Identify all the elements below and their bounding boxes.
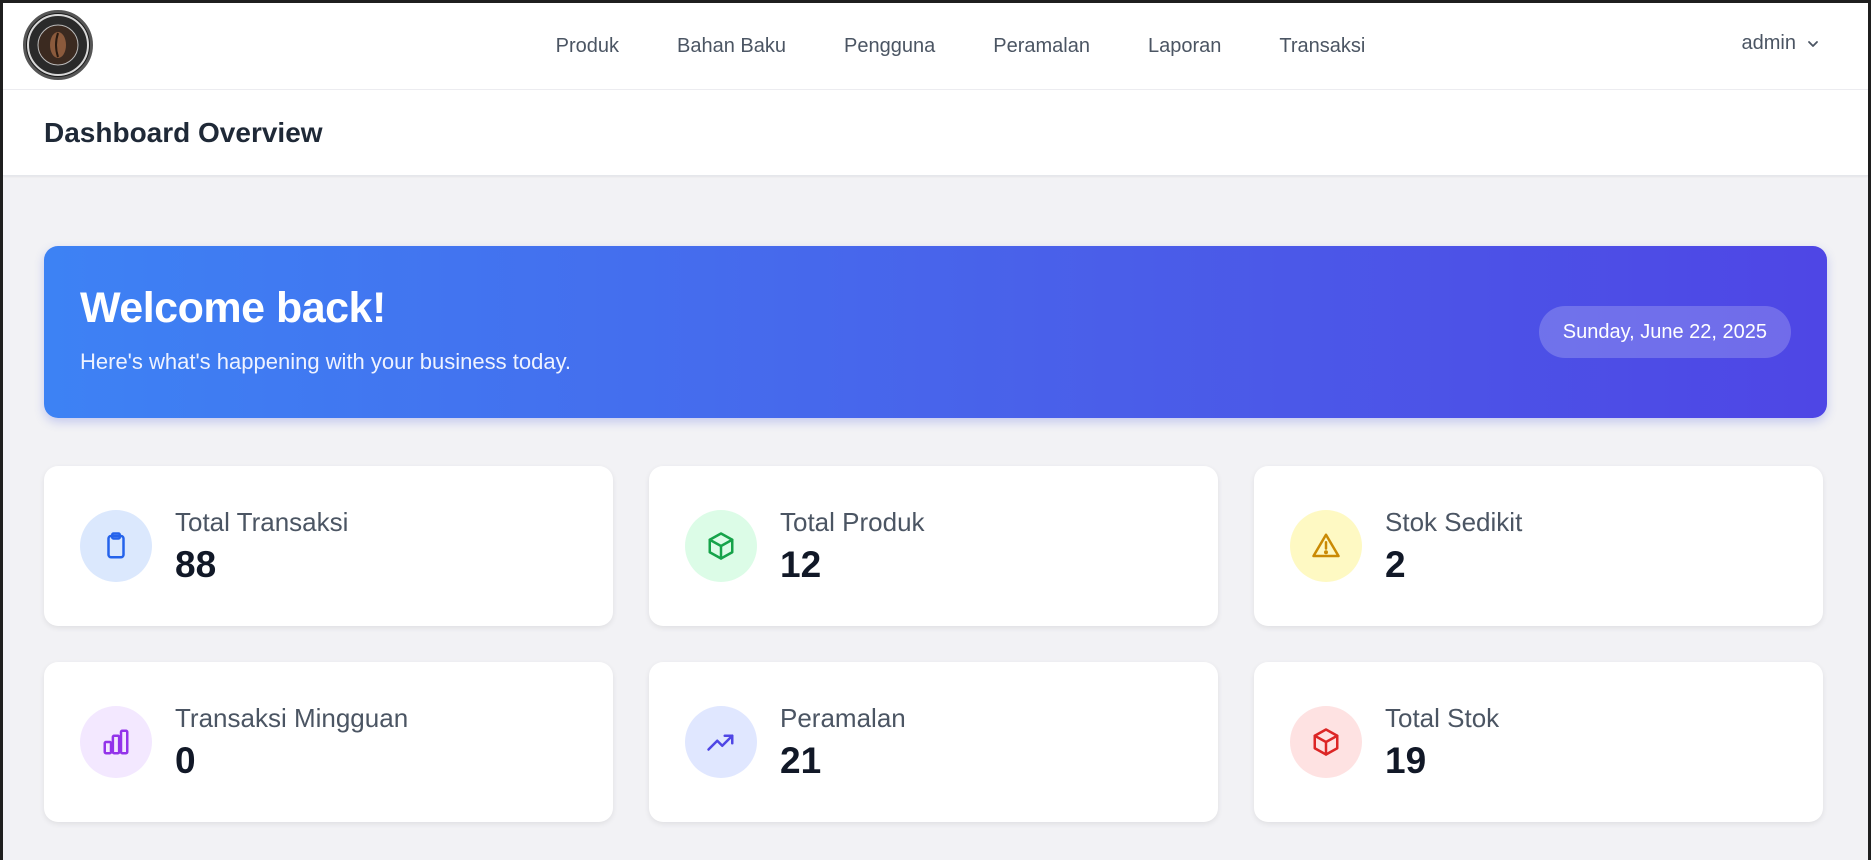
stat-value: 88 [175,543,217,585]
stat-label: Total Stok [1385,702,1500,733]
stat-value: 0 [175,739,196,781]
top-navbar: Produk Bahan Baku Pengguna Peramalan Lap… [3,3,1868,90]
stat-label: Peramalan [780,702,906,733]
nav-link-laporan[interactable]: Laporan [1148,35,1221,58]
user-name: admin [1741,32,1796,54]
page-title: Dashboard Overview [44,116,323,148]
user-menu[interactable]: admin [1742,32,1820,55]
stat-card-peramalan: Peramalan 21 [649,662,1218,822]
bar-chart-icon [80,706,152,778]
stat-card-total-transaksi: Total Transaksi 88 [44,466,613,626]
nav-link-transaksi[interactable]: Transaksi [1279,35,1365,58]
stat-value: 21 [780,739,822,781]
welcome-title: Welcome back! [80,284,386,332]
clipboard-icon [80,510,152,582]
welcome-subtitle: Here's what's happening with your busine… [80,349,572,374]
main-content: Welcome back! Here's what's happening wi… [3,176,1868,822]
box-icon [1290,706,1362,778]
stat-cards: Total Transaksi 88 Total Produk 12 Stok … [44,466,1827,822]
date-badge: Sunday, June 22, 2025 [1538,306,1791,358]
stat-card-stok-sedikit: Stok Sedikit 2 [1254,466,1823,626]
page-header: Dashboard Overview [3,90,1868,176]
cube-icon [685,510,757,582]
trending-up-icon [685,706,757,778]
stat-value: 19 [1385,739,1427,781]
stat-label: Total Produk [780,506,925,537]
nav-links: Produk Bahan Baku Pengguna Peramalan Lap… [3,3,1868,90]
stat-card-transaksi-mingguan: Transaksi Mingguan 0 [44,662,613,822]
nav-link-produk[interactable]: Produk [556,35,619,58]
stat-value: 2 [1385,543,1406,585]
warning-icon [1290,510,1362,582]
nav-link-bahan-baku[interactable]: Bahan Baku [677,35,786,58]
stat-card-total-produk: Total Produk 12 [649,466,1218,626]
stat-label: Transaksi Mingguan [175,702,409,733]
nav-link-pengguna[interactable]: Pengguna [844,35,935,58]
stat-label: Stok Sedikit [1385,506,1523,537]
stat-value: 12 [780,543,822,585]
nav-link-peramalan[interactable]: Peramalan [993,35,1090,58]
stat-card-total-stok: Total Stok 19 [1254,662,1823,822]
welcome-banner: Welcome back! Here's what's happening wi… [44,246,1827,418]
stat-label: Total Transaksi [175,506,349,537]
chevron-down-icon [1808,40,1818,47]
